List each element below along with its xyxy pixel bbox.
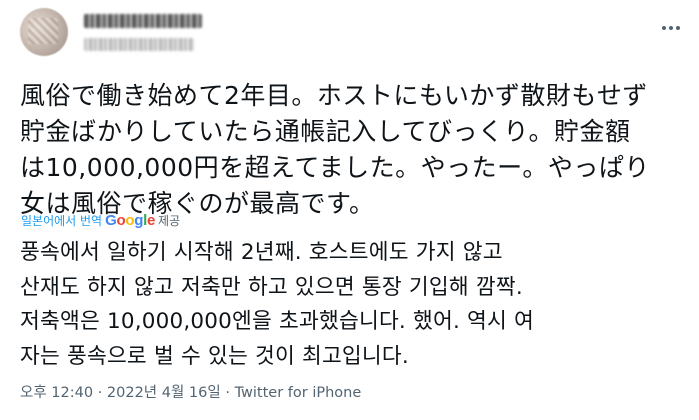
tweet-original-text: 風俗で働き始めて2年目。ホストにもいかず散財もせず 貯金ばかりしていたら通帳記入…: [20, 78, 692, 222]
tweet-header: [0, 0, 699, 70]
original-line: は10,000,000円を超えてました。やったー。やっぱり: [20, 153, 650, 182]
original-line: 貯金ばかりしていたら通帳記入してびっくり。貯金額: [20, 117, 631, 146]
author-block: [84, 14, 202, 51]
meta-separator: ·: [220, 385, 235, 401]
handle-blurred[interactable]: [84, 38, 194, 51]
tweet-time[interactable]: 오후 12:40: [20, 385, 93, 401]
more-options-icon[interactable]: [657, 14, 685, 42]
provided-label: 제공: [158, 213, 181, 228]
meta-separator: ·: [93, 385, 107, 401]
dot: [676, 26, 680, 30]
original-line: 風俗で働き始めて2年目。ホストにもいかず散財もせず: [20, 81, 648, 110]
dot: [669, 26, 673, 30]
tweet-translated-text: 풍속에서 일하기 시작해 2년째. 호스트에도 가지 않고 산재도 하지 않고 …: [20, 236, 690, 374]
display-name-blurred[interactable]: [84, 14, 202, 28]
tweet-card: 風俗で働き始めて2年目。ホストにもいかず散財もせず 貯金ばかりしていたら通帳記入…: [0, 0, 699, 420]
dot: [662, 26, 666, 30]
translated-from-link[interactable]: 일본어에서 번역: [21, 212, 102, 229]
google-logo: Google: [105, 211, 156, 229]
translated-line: 자는 풍속으로 벌 수 있는 것이 최고입니다.: [20, 343, 409, 369]
translated-line: 산재도 하지 않고 저축만 하고 있으면 통장 기입해 깜짝.: [20, 274, 523, 300]
translated-line: 저축액은 10,000,000엔을 초과했습니다. 했어. 역시 여: [20, 309, 535, 334]
tweet-metadata: 오후 12:40 · 2022년 4월 16일 · Twitter for iP…: [20, 381, 361, 402]
translation-attribution: 일본어에서 번역 Google 제공: [21, 210, 180, 230]
avatar[interactable]: [20, 8, 68, 56]
tweet-source[interactable]: Twitter for iPhone: [235, 385, 362, 401]
translated-line: 풍속에서 일하기 시작해 2년째. 호스트에도 가지 않고: [20, 240, 503, 265]
tweet-date[interactable]: 2022년 4월 16일: [107, 385, 221, 401]
